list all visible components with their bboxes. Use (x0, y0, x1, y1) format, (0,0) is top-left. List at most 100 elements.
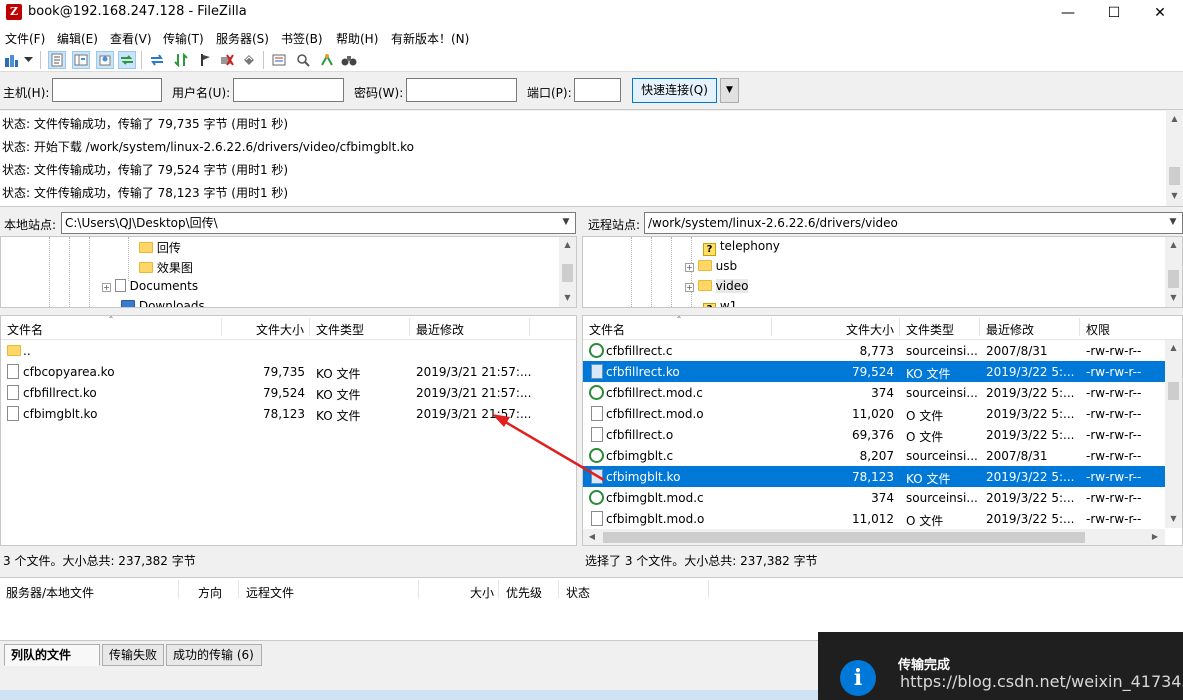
toggle-log-icon[interactable] (48, 51, 66, 69)
queue-column-size[interactable]: 大小 (470, 584, 494, 601)
disconnect-icon[interactable] (218, 51, 236, 69)
dropdown-arrow-icon[interactable] (21, 51, 35, 69)
username-input[interactable] (233, 78, 344, 102)
tab-queued-files[interactable]: 列队的文件 (4, 644, 100, 666)
remote-path-combo[interactable]: /work/system/linux-2.6.22.6/drivers/vide… (644, 212, 1183, 234)
menu-transfer[interactable]: 传输(T) (163, 30, 204, 47)
file-row[interactable]: cfbfillrect.mod.o 11,020 O 文件 2019/3/22 5:.… (583, 403, 1165, 424)
host-input[interactable] (52, 78, 162, 102)
scroll-up-icon[interactable]: ▲ (1166, 114, 1183, 123)
toggle-local-tree-icon[interactable] (72, 51, 90, 69)
file-row[interactable]: cfbfillrect.mod.c 374 sourceinsi... 2019/3/… (583, 382, 1165, 403)
file-row[interactable]: cfbcopyarea.ko 79,735 KO 文件 2019/3/21 21… (1, 361, 576, 382)
queue-column-direction[interactable]: 方向 (198, 584, 222, 601)
notification-toast[interactable]: i 传输完成 https://blog.csdn.net/weixin_4173… (818, 632, 1183, 700)
close-button[interactable]: ✕ (1137, 0, 1183, 26)
process-queue-icon[interactable] (172, 51, 190, 69)
column-header-modified[interactable]: 最近修改 (416, 321, 464, 338)
queue-column-status[interactable]: 状态 (566, 584, 590, 601)
tab-failed-transfers[interactable]: 传输失败 (102, 644, 164, 666)
quickconnect-dropdown-button[interactable]: ▼ (720, 78, 739, 103)
queue-column-priority[interactable]: 优先级 (506, 584, 542, 601)
file-row[interactable]: cfbimgblt.ko 78,123 KO 文件 2019/3/22 5:... -r… (583, 466, 1165, 487)
refresh-icon[interactable] (148, 51, 166, 69)
tab-successful-transfers[interactable]: 成功的传输 (6) (166, 644, 262, 666)
scroll-right-icon[interactable]: ▶ (1149, 532, 1161, 541)
file-row[interactable]: cfbfillrect.o 69,376 O 文件 2019/3/22 5:... -r… (583, 424, 1165, 445)
local-path-combo[interactable]: C:\Users\QJ\Desktop\回传\ (61, 212, 576, 234)
scroll-up-icon[interactable]: ▲ (559, 240, 576, 249)
scroll-thumb[interactable] (562, 264, 573, 282)
expand-icon[interactable]: + (685, 283, 694, 292)
tree-item[interactable]: Downloads (121, 299, 205, 307)
menu-edit[interactable]: 编辑(E) (57, 30, 98, 47)
scroll-left-icon[interactable]: ◀ (586, 532, 598, 541)
chevron-down-icon[interactable]: ▼ (1165, 212, 1181, 232)
scroll-thumb[interactable] (1168, 382, 1179, 400)
port-input[interactable] (574, 78, 621, 102)
tree-item[interactable]: + video (685, 279, 749, 293)
file-row[interactable]: cfbimgblt.c 8,207 sourceinsi... 2007/8/31 -r… (583, 445, 1165, 466)
column-header-permissions[interactable]: 权限 (1086, 321, 1110, 338)
quickconnect-button[interactable]: 快速连接(Q) (632, 78, 717, 103)
column-header-name[interactable]: 文件名 (589, 321, 625, 338)
column-header-type[interactable]: 文件类型 (906, 321, 954, 338)
column-header-size[interactable]: 文件大小 (846, 321, 894, 338)
scroll-down-icon[interactable]: ▼ (1165, 514, 1182, 523)
remote-site-label: 远程站点: (588, 218, 641, 232)
file-list-scrollbar[interactable]: ▲ ▼ (1165, 340, 1182, 528)
cancel-icon[interactable] (196, 51, 214, 69)
scroll-up-icon[interactable]: ▲ (1165, 240, 1182, 249)
toggle-remote-tree-icon[interactable] (96, 51, 114, 69)
file-row[interactable]: cfbimgblt.mod.o 11,012 O 文件 2019/3/22 5:...… (583, 508, 1165, 529)
tree-item[interactable]: + usb (685, 259, 737, 273)
tree-item[interactable]: ? telephony (703, 239, 780, 256)
file-row[interactable]: .. (1, 340, 576, 361)
sync-browse-icon[interactable] (318, 51, 336, 69)
column-header-size[interactable]: 文件大小 (256, 321, 304, 338)
expand-icon[interactable]: + (102, 283, 111, 292)
toggle-queue-icon[interactable] (118, 51, 136, 69)
queue-column-server[interactable]: 服务器/本地文件 (6, 584, 94, 601)
site-manager-icon[interactable] (2, 51, 20, 69)
password-input[interactable] (406, 78, 517, 102)
scroll-down-icon[interactable]: ▼ (1166, 191, 1183, 200)
file-row[interactable]: cfbimgblt.mod.c 374 sourceinsi... 2019/3/22… (583, 487, 1165, 508)
remote-status: 选择了 3 个文件。大小总共: 237,382 字节 (585, 554, 818, 568)
search-icon[interactable] (340, 51, 358, 69)
queue-column-remote[interactable]: 远程文件 (246, 584, 294, 601)
tree-item[interactable]: 回传 (139, 239, 181, 256)
directory-compare-icon[interactable] (270, 51, 288, 69)
scroll-thumb[interactable] (1168, 270, 1179, 288)
scroll-up-icon[interactable]: ▲ (1165, 343, 1182, 352)
menu-file[interactable]: 文件(F) (5, 30, 45, 47)
column-header-name[interactable]: 文件名 (7, 321, 43, 338)
column-header-type[interactable]: 文件类型 (316, 321, 364, 338)
menu-bookmarks[interactable]: 书签(B) (281, 30, 323, 47)
menu-view[interactable]: 查看(V) (110, 30, 152, 47)
tree-scrollbar[interactable]: ▲ ▼ (1165, 237, 1182, 307)
tree-item[interactable]: 效果图 (139, 259, 193, 276)
chevron-down-icon[interactable]: ▼ (558, 212, 574, 232)
file-row[interactable]: cfbfillrect.ko 79,524 KO 文件 2019/3/22 5:...… (583, 361, 1165, 382)
menu-help[interactable]: 帮助(H) (336, 30, 378, 47)
scroll-down-icon[interactable]: ▼ (1165, 293, 1182, 302)
minimize-button[interactable]: — (1045, 0, 1091, 26)
tree-item[interactable]: + Documents (102, 279, 198, 293)
file-row[interactable]: cfbfillrect.ko 79,524 KO 文件 2019/3/21 21… (1, 382, 576, 403)
menu-new-version[interactable]: 有新版本！(N) (391, 30, 469, 47)
tree-scrollbar[interactable]: ▲ ▼ (559, 237, 576, 307)
scroll-thumb[interactable] (603, 532, 1085, 543)
file-row[interactable]: cfbfillrect.c 8,773 sourceinsi... 2007/8/31… (583, 340, 1165, 361)
file-list-hscrollbar[interactable]: ◀ ▶ (583, 529, 1165, 545)
scroll-down-icon[interactable]: ▼ (559, 293, 576, 302)
reconnect-icon[interactable] (240, 51, 258, 69)
menu-server[interactable]: 服务器(S) (216, 30, 269, 47)
filter-icon[interactable] (294, 51, 312, 69)
log-scrollbar[interactable]: ▲ ▼ (1166, 111, 1183, 206)
column-header-modified[interactable]: 最近修改 (986, 321, 1034, 338)
expand-icon[interactable]: + (685, 263, 694, 272)
maximize-button[interactable]: ☐ (1091, 0, 1137, 26)
tree-item[interactable]: ? w1 (703, 299, 737, 307)
scroll-thumb[interactable] (1169, 167, 1180, 185)
